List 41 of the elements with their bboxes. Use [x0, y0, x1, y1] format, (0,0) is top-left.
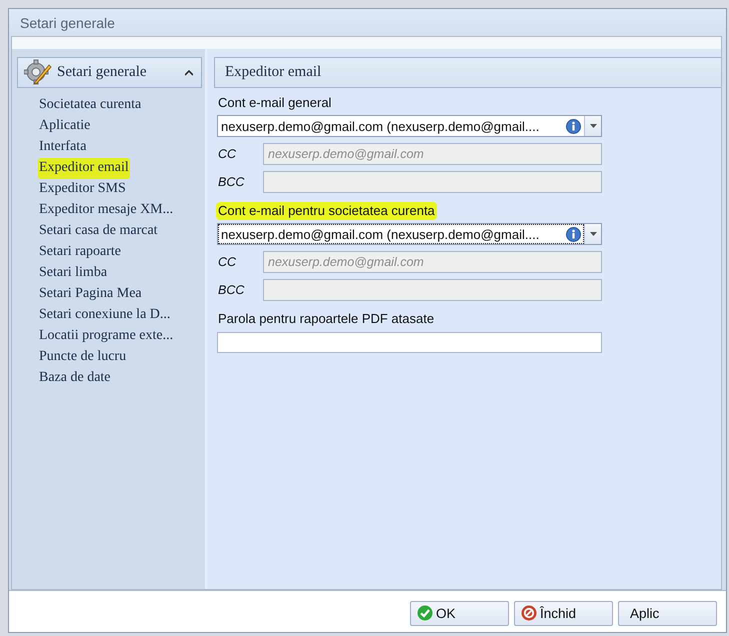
field-label: Cont e-mail pentru societatea curenta	[216, 202, 437, 220]
collapse-icon[interactable]	[185, 70, 193, 76]
prohibited-icon	[521, 605, 537, 621]
sidebar-item[interactable]: Baza de date	[38, 368, 112, 389]
dropdown-arrow-icon[interactable]	[590, 232, 596, 236]
sidebar-item[interactable]: Setari limba	[38, 263, 108, 284]
sidebar-item[interactable]: Setari casa de marcat	[38, 221, 159, 242]
info-icon[interactable]	[566, 118, 581, 134]
dialog-button[interactable]: Aplic	[618, 600, 717, 626]
dropdown-arrow-icon[interactable]	[590, 124, 596, 128]
account-dropdown[interactable]: nexuserp.demo@gmail.com (nexuserp.demo@gmail....	[217, 223, 602, 245]
dialog-button[interactable]: OK	[410, 600, 509, 626]
dropdown-value: nexuserp.demo@gmail.com (nexuserp.demo@gmail....	[221, 226, 540, 242]
sidebar-header[interactable]: Setari generale	[17, 57, 202, 88]
sidebar-item[interactable]: Setari rapoarte	[38, 242, 122, 263]
window-title: Setari generale	[20, 14, 115, 30]
dialog-button[interactable]: Închid	[514, 600, 613, 626]
sidebar-item[interactable]: Expeditor mesaje XM...	[38, 200, 174, 221]
sidebar-item[interactable]: Locatii programe exte...	[38, 326, 174, 347]
field-label: CC	[218, 255, 236, 269]
field-label: CC	[218, 147, 236, 161]
sidebar-item[interactable]: Expeditor email	[38, 158, 130, 179]
sidebar-item[interactable]: Setari conexiune la D...	[38, 305, 172, 326]
info-icon[interactable]	[566, 226, 581, 242]
sidebar-item[interactable]: Interfata	[38, 137, 88, 158]
account-dropdown[interactable]: nexuserp.demo@gmail.com (nexuserp.demo@gmail....	[217, 115, 602, 137]
sidebar-item[interactable]: Setari Pagina Mea	[38, 284, 143, 305]
field-label: BCC	[218, 175, 244, 189]
field-label: BCC	[218, 283, 244, 297]
gear-pencil-icon	[24, 58, 52, 86]
dropdown-value: nexuserp.demo@gmail.com (nexuserp.demo@gmail....	[221, 118, 540, 134]
sidebar-item[interactable]: Expeditor SMS	[38, 179, 127, 200]
panel-title: Expeditor email	[225, 64, 322, 81]
sidebar-item[interactable]: Aplicatie	[38, 116, 92, 137]
sidebar-item[interactable]: Societatea curenta	[38, 95, 142, 116]
checkmark-icon	[417, 605, 433, 621]
password-field[interactable]	[217, 332, 602, 353]
sidebar-item[interactable]: Puncte de lucru	[38, 347, 128, 368]
field-label: Cont e-mail general	[217, 94, 332, 112]
sidebar-title: Setari generale	[57, 64, 148, 81]
field-label: Parola pentru rapoartele PDF atasate	[217, 310, 436, 328]
